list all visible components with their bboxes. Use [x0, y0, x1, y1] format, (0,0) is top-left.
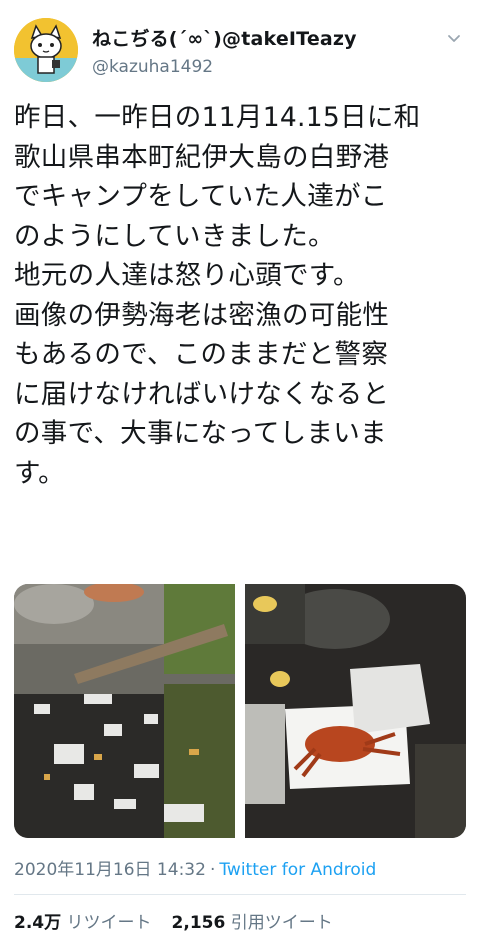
tweet-stats: 2.4万 リツイート 2,156 引用ツイート: [14, 908, 333, 933]
meta-separator: ·: [209, 860, 216, 880]
tweet-line: 昨日、一昨日の11月14.15日に和: [14, 102, 421, 133]
tweet-line: 画像の伊勢海老は密漁の可能性: [14, 299, 390, 331]
tweet-line: 歌山県串本町紀伊大島の白野港: [14, 141, 390, 173]
tweet-header: ねこぢる(ˊ∞ˋ)@takeITeazy @kazuha1492: [14, 18, 466, 90]
tweet-line: のようにしていきました。: [14, 220, 335, 252]
quotes-stat[interactable]: 2,156 引用ツイート: [172, 913, 333, 933]
tweet-meta: 2020年11月16日 14:32 · Twitter for Android: [14, 855, 376, 880]
tweet-line: 地元の人達は怒り心頭です。: [14, 260, 360, 291]
cat-avatar-icon: [14, 18, 78, 82]
tweet-text: 昨日、一昨日の11月14.15日に和 歌山県串本町紀伊大島の白野港 でキャンプを…: [14, 98, 470, 493]
timestamp[interactable]: 2020年11月16日 14:32: [14, 860, 206, 880]
avatar[interactable]: [14, 18, 78, 82]
tweet-line: す。: [14, 457, 65, 489]
lobster-photo: [245, 584, 466, 838]
retweets-label: リツイート: [66, 913, 152, 933]
quotes-count: 2,156: [171, 913, 226, 933]
media-photo-1[interactable]: [14, 584, 235, 838]
source-link[interactable]: Twitter for Android: [219, 860, 376, 880]
retweets-stat[interactable]: 2.4万 リツイート: [14, 913, 152, 933]
user-handle[interactable]: @kazuha1492: [92, 57, 357, 77]
quotes-label: 引用ツイート: [230, 913, 333, 933]
author-names[interactable]: ねこぢる(ˊ∞ˋ)@takeITeazy @kazuha1492: [92, 24, 357, 77]
retweets-count: 2.4万: [14, 913, 62, 933]
divider: [14, 894, 466, 895]
chevron-down-icon[interactable]: [444, 28, 464, 48]
litter-photo: [14, 584, 235, 838]
tweet-line: もあるので、このままだと警察: [14, 339, 389, 370]
tweet-line: に届けなければいけなくなると: [14, 378, 390, 410]
tweet-line: でキャンプをしていた人達がこ: [14, 181, 388, 212]
display-name[interactable]: ねこぢる(ˊ∞ˋ)@takeITeazy: [92, 24, 357, 51]
media-photo-2[interactable]: [245, 584, 466, 838]
tweet-line: の事で、大事になってしまいま: [14, 418, 387, 449]
